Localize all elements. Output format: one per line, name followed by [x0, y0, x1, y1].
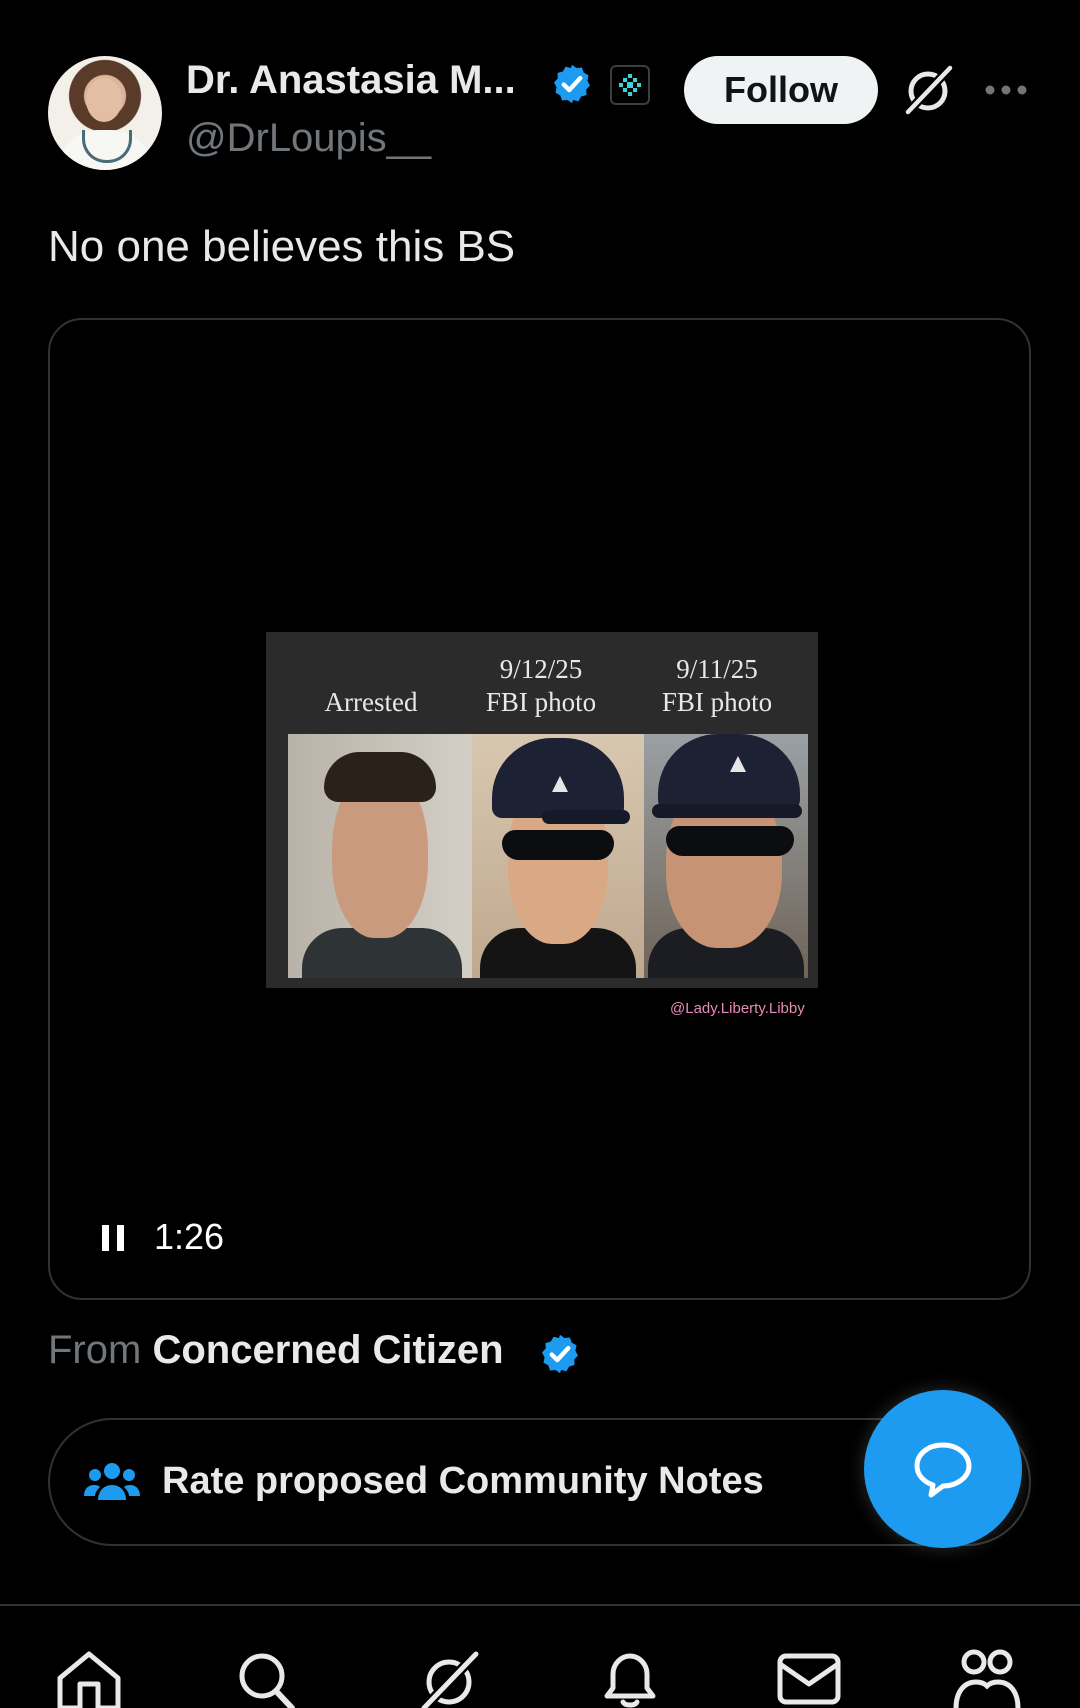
messages-icon[interactable]: [774, 1648, 844, 1708]
search-icon[interactable]: [232, 1648, 302, 1708]
source-verified-badge-icon: [542, 1334, 578, 1374]
video-frame: Arrested 9/12/25 FBI photo 9/11/25 FBI p…: [266, 632, 818, 988]
column-caption-2: FBI photo: [485, 687, 597, 717]
column-date-3: 9/11/25: [676, 654, 758, 684]
grok-icon[interactable]: [900, 62, 956, 118]
video-player[interactable]: Arrested 9/12/25 FBI photo 9/11/25 FBI p…: [48, 318, 1031, 1300]
video-source: From Concerned Citizen: [48, 1328, 504, 1373]
chat-bubble-icon: [914, 1442, 972, 1498]
reply-fab-button[interactable]: [864, 1390, 1022, 1548]
pause-icon[interactable]: [100, 1223, 126, 1253]
follow-button[interactable]: Follow: [684, 56, 878, 124]
more-options-icon[interactable]: [984, 78, 1028, 102]
home-icon[interactable]: [54, 1648, 124, 1708]
affiliation-logo-icon: [619, 74, 641, 96]
video-duration: 1:26: [154, 1216, 225, 1257]
grok-nav-icon[interactable]: [414, 1648, 484, 1708]
tweet-page: Dr. Anastasia M... @DrLoupis__ Follow No…: [0, 0, 1080, 1708]
video-watermark: @Lady.Liberty.Libby: [670, 1000, 805, 1017]
author-handle[interactable]: @DrLoupis__: [186, 116, 431, 161]
verified-badge-icon: [554, 64, 590, 104]
affiliation-badge-icon[interactable]: [610, 65, 650, 105]
column-caption-3: FBI photo: [661, 687, 773, 717]
photo-arrested: [288, 734, 472, 978]
column-caption-1: Arrested: [324, 687, 418, 717]
community-notes-label: Rate proposed Community Notes: [162, 1460, 764, 1502]
people-icon: [84, 1463, 140, 1500]
source-name-link[interactable]: Concerned Citizen: [152, 1328, 503, 1372]
column-date-2: 9/12/25: [499, 654, 583, 684]
photo-fbi-2: [644, 734, 808, 978]
author-display-name[interactable]: Dr. Anastasia M...: [186, 58, 516, 103]
communities-icon[interactable]: [952, 1648, 1022, 1708]
notifications-icon[interactable]: [595, 1648, 665, 1708]
photo-fbi-1: [472, 734, 644, 978]
nav-divider: [0, 1604, 1080, 1606]
source-prefix: From: [48, 1328, 142, 1372]
author-avatar[interactable]: [48, 56, 162, 170]
tweet-text: No one believes this BS: [48, 222, 516, 271]
